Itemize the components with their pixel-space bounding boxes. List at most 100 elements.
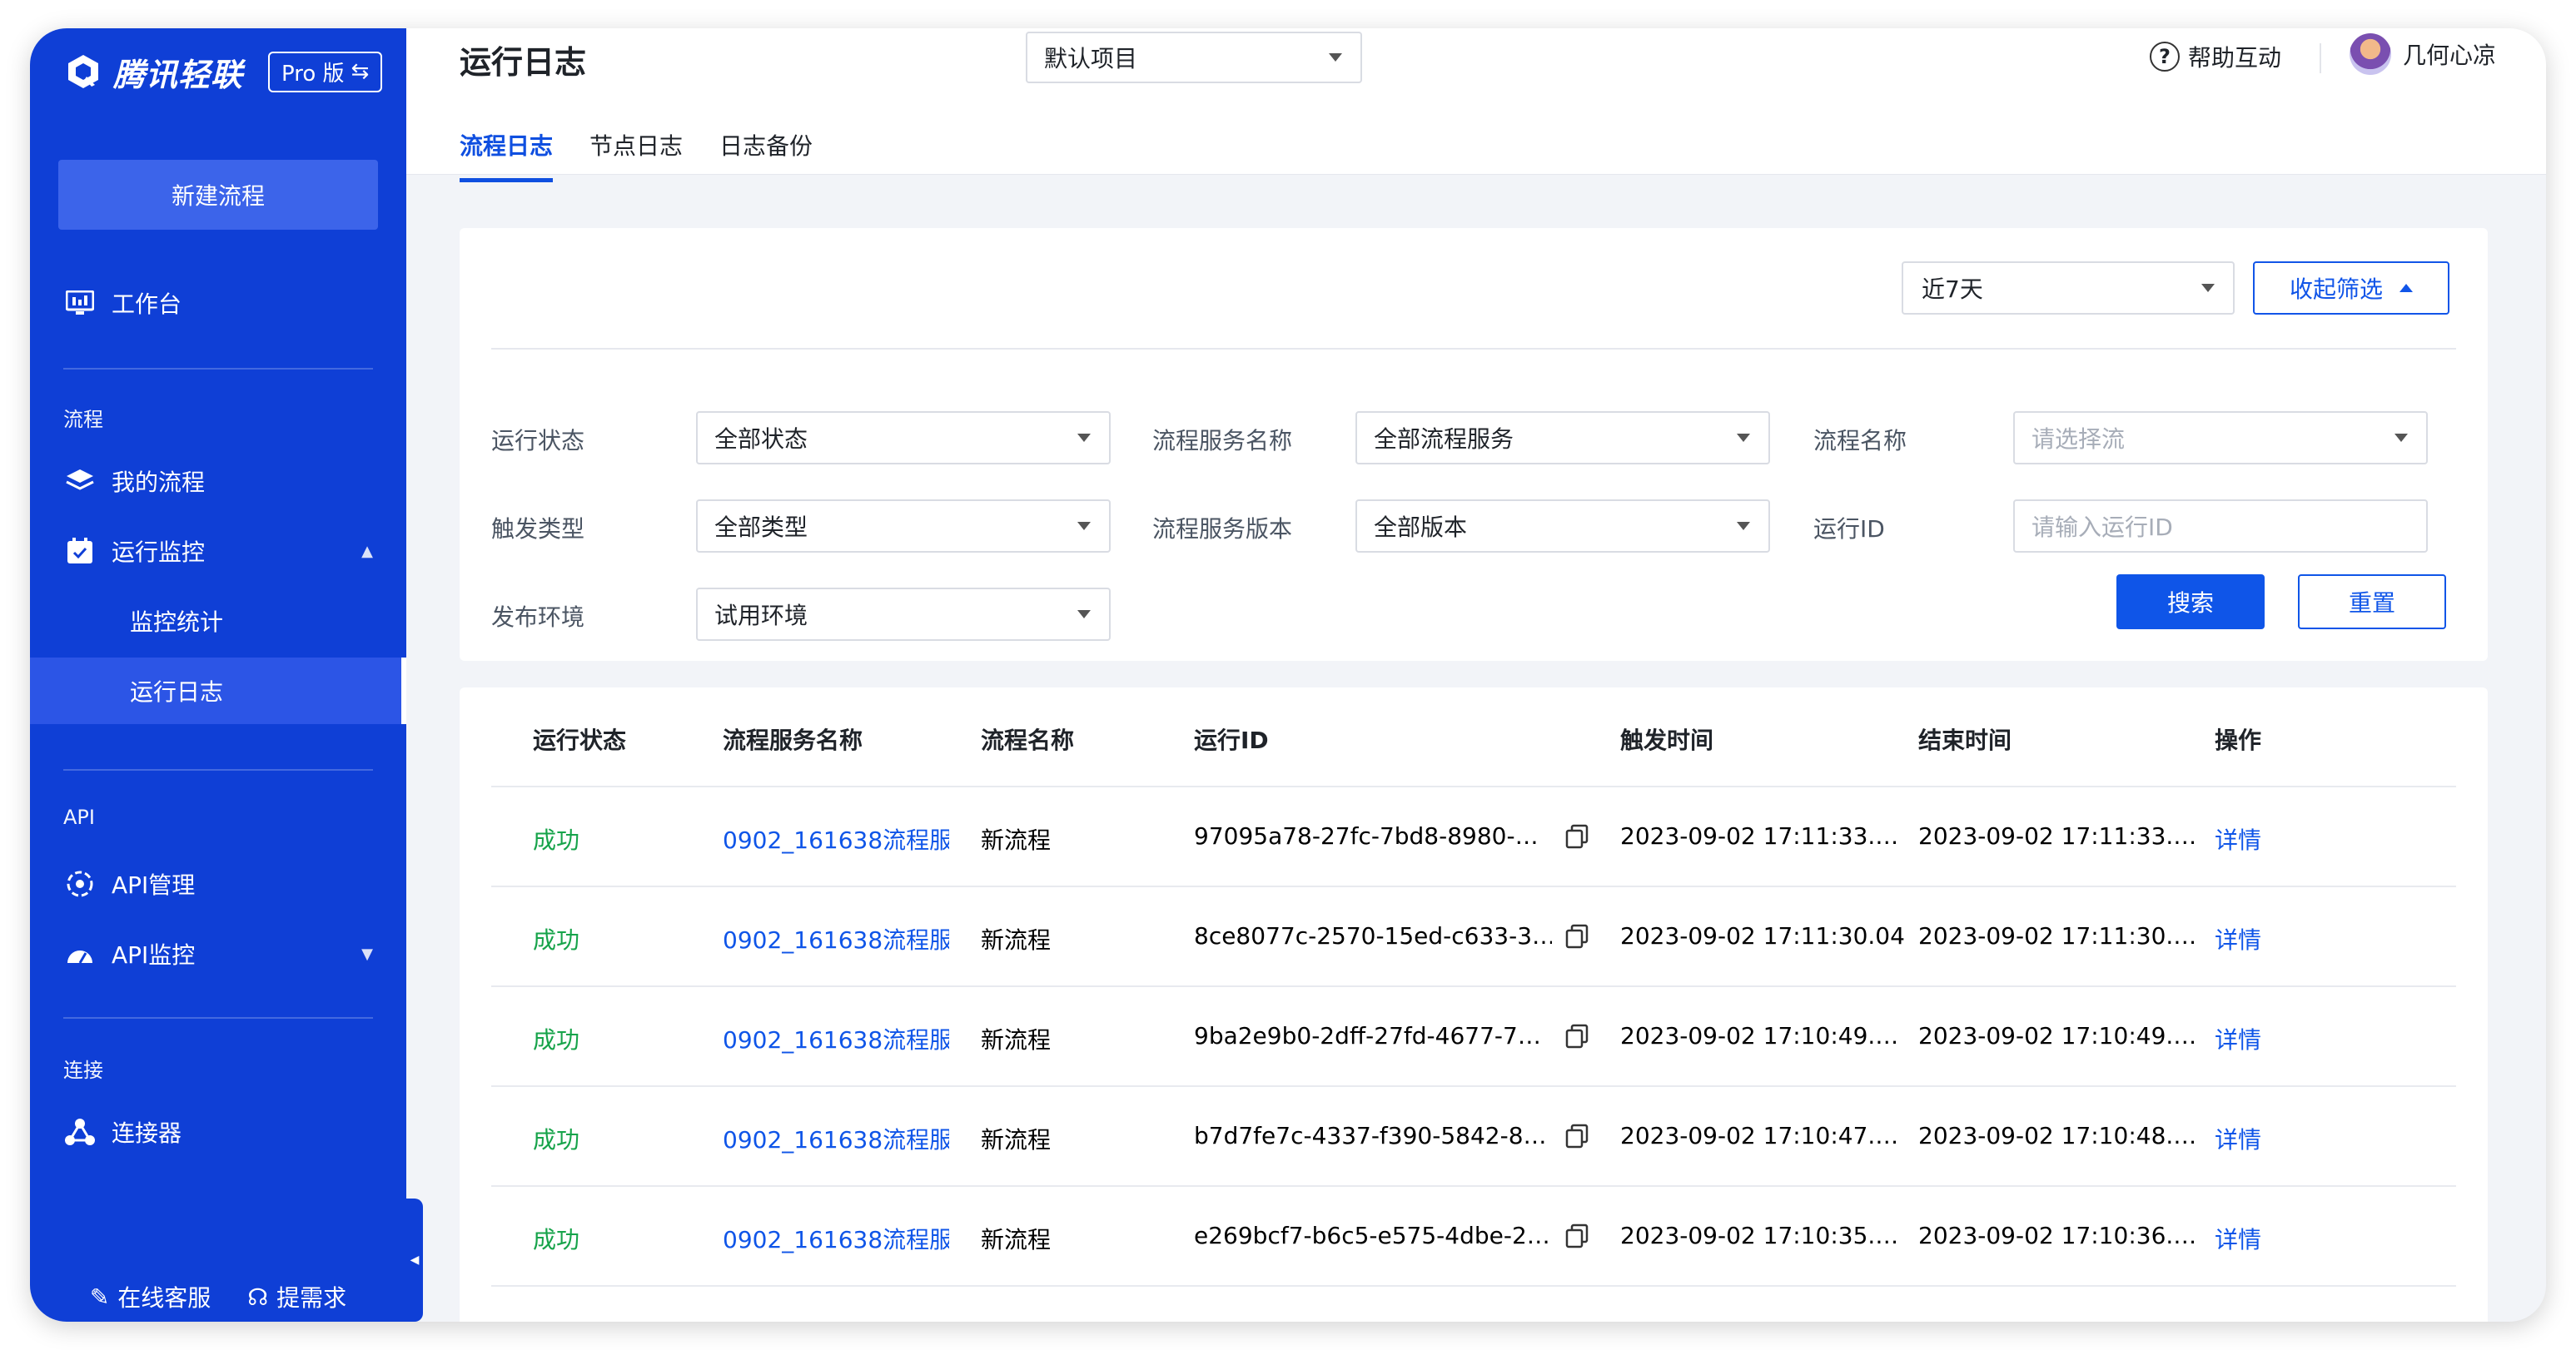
trigger-type-select[interactable]: 全部类型 <box>696 499 1111 553</box>
copy-icon[interactable] <box>1565 1124 1589 1149</box>
run-status-value: 全部状态 <box>714 425 808 453</box>
service-link[interactable]: 0902_161638流程服务 <box>723 822 949 856</box>
date-range-value: 近7天 <box>1922 275 1983 303</box>
tab-flow-logs[interactable]: 流程日志 <box>460 128 554 182</box>
caret-up-icon <box>2399 284 2413 292</box>
help-label: 帮助互动 <box>2187 44 2281 72</box>
status-badge: 成功 <box>533 1226 580 1253</box>
reset-button[interactable]: 重置 <box>2298 574 2446 629</box>
tab-node-logs[interactable]: 节点日志 <box>589 128 683 182</box>
env-select[interactable]: 试用环境 <box>696 588 1111 641</box>
chevron-down-icon: ▼ <box>361 945 373 963</box>
detail-link[interactable]: 详情 <box>2215 1122 2261 1155</box>
env-value: 试用环境 <box>714 602 808 629</box>
caret-down-icon <box>1077 610 1091 618</box>
label-service-name: 流程服务名称 <box>1152 427 1293 454</box>
flow-name-select[interactable]: 请选择流 <box>2013 411 2428 464</box>
row-divider <box>491 1285 2456 1287</box>
tab-log-backup[interactable]: 日志备份 <box>719 128 813 182</box>
calendar-check-icon <box>63 534 97 568</box>
flow-name-placeholder: 请选择流 <box>2031 425 2126 453</box>
run-id-placeholder: 请输入运行ID <box>2031 514 2173 541</box>
new-flow-button[interactable]: 新建流程 <box>58 160 378 230</box>
sidebar-item-label: 监控统计 <box>130 608 224 636</box>
column-header: 操作 <box>2215 727 2262 754</box>
end-time-cell: 2023-09-02 17:11:30.… <box>1918 922 2197 950</box>
service-link[interactable]: 0902_161638流程服务 <box>723 1122 949 1155</box>
service-version-select[interactable]: 全部版本 <box>1355 499 1770 553</box>
run-id-cell: e269bcf7-b6c5-e575-4dbe-2… <box>1194 1222 1550 1249</box>
copy-icon[interactable] <box>1565 1223 1589 1248</box>
sidebar-item-label: API管理 <box>112 871 196 899</box>
start-time-cell: 2023-09-02 17:11:33.… <box>1620 822 1899 850</box>
log-tabs: 流程日志 节点日志 日志备份 <box>460 128 813 182</box>
copy-icon[interactable] <box>1565 924 1589 949</box>
caret-down-icon <box>1077 522 1091 530</box>
brand-logo[interactable]: 腾讯轻联 Pro 版 ⇆ <box>63 42 383 102</box>
run-id-cell: 9ba2e9b0-2dff-27fd-4677-7… <box>1194 1022 1541 1050</box>
start-time-cell: 2023-09-02 17:11:30.04 <box>1620 922 1905 950</box>
project-select[interactable]: 默认项目 <box>1026 32 1362 83</box>
sidebar-item-label: 工作台 <box>112 290 182 318</box>
chevron-left-icon: ◀ <box>410 1253 420 1267</box>
sidebar-divider <box>63 368 373 370</box>
sidebar-item-api-manage[interactable]: API管理 <box>30 851 406 917</box>
collapse-filter-button[interactable]: 收起筛选 <box>2253 261 2449 315</box>
caret-down-icon <box>1737 522 1750 530</box>
run-status-select[interactable]: 全部状态 <box>696 411 1111 464</box>
log-table: 运行状态 流程服务名称 流程名称 运行ID 触发时间 结束时间 操作 成功 09… <box>460 687 2488 1322</box>
sidebar-item-connector[interactable]: 连接器 <box>30 1099 406 1165</box>
filter-panel: 近7天 收起筛选 运行状态 全部状态 流程服务名称 全部流程服务 流程名称 请选… <box>460 228 2488 661</box>
connector-icon <box>63 1115 97 1149</box>
online-service-link[interactable]: ✎ 在线客服 <box>90 1280 211 1313</box>
sidebar-item-run-monitor[interactable]: 运行监控 ▲ <box>30 518 406 584</box>
tencent-logo-icon <box>68 55 98 88</box>
run-id-input[interactable]: 请输入运行ID <box>2013 499 2428 553</box>
column-header: 流程服务名称 <box>723 727 863 754</box>
help-icon: ? <box>2149 42 2180 72</box>
sidebar-item-run-logs[interactable]: 运行日志 <box>30 658 406 724</box>
feedback-label: 提需求 <box>276 1284 347 1312</box>
avatar <box>2349 33 2391 75</box>
sidebar-collapse-handle[interactable]: ◀ <box>406 1199 423 1322</box>
status-badge: 成功 <box>533 926 580 954</box>
caret-down-icon <box>1737 434 1750 442</box>
sidebar-item-monitor-stats[interactable]: 监控统计 <box>30 588 406 654</box>
service-link[interactable]: 0902_161638流程服务 <box>723 922 949 955</box>
column-header: 结束时间 <box>1918 727 2012 754</box>
caret-down-icon <box>2201 284 2215 292</box>
copy-icon[interactable] <box>1565 824 1589 849</box>
detail-link[interactable]: 详情 <box>2215 1222 2261 1255</box>
copy-icon[interactable] <box>1565 1024 1589 1049</box>
detail-link[interactable]: 详情 <box>2215 1022 2261 1055</box>
start-time-cell: 2023-09-02 17:10:49.… <box>1620 1022 1899 1050</box>
user-menu[interactable]: 几何心凉 <box>2349 33 2496 75</box>
sidebar-item-workbench[interactable]: 工作台 <box>30 270 406 336</box>
date-range-select[interactable]: 近7天 <box>1902 261 2235 315</box>
row-divider <box>491 886 2456 887</box>
sidebar: 腾讯轻联 Pro 版 ⇆ 新建流程 工作台 流程 我的流程 运行监控 ▲ 监控统… <box>30 28 406 1322</box>
feedback-link[interactable]: ☊ 提需求 <box>247 1280 346 1313</box>
edit-icon: ✎ <box>89 1283 110 1311</box>
switch-icon: ⇆ <box>351 59 370 84</box>
service-link[interactable]: 0902_161638流程服务 <box>723 1222 949 1255</box>
page-title: 运行日志 <box>460 44 587 81</box>
detail-link[interactable]: 详情 <box>2215 922 2261 955</box>
flow-name-cell: 新流程 <box>981 1226 1052 1253</box>
edition-switch-button[interactable]: Pro 版 ⇆ <box>268 51 383 92</box>
row-divider <box>491 1185 2456 1187</box>
collapse-filter-label: 收起筛选 <box>2289 275 2383 303</box>
monitor-icon <box>63 286 97 320</box>
service-name-select[interactable]: 全部流程服务 <box>1355 411 1770 464</box>
detail-link[interactable]: 详情 <box>2215 822 2261 856</box>
search-button[interactable]: 搜索 <box>2116 574 2265 629</box>
column-header: 运行ID <box>1194 727 1269 754</box>
service-link[interactable]: 0902_161638流程服务 <box>723 1022 949 1055</box>
start-time-cell: 2023-09-02 17:10:35.… <box>1620 1222 1899 1249</box>
sidebar-item-my-flows[interactable]: 我的流程 <box>30 448 406 514</box>
help-link[interactable]: ? 帮助互动 <box>2149 40 2281 73</box>
flow-name-cell: 新流程 <box>981 1026 1052 1054</box>
chevron-up-icon: ▲ <box>361 542 373 560</box>
flow-name-cell: 新流程 <box>981 1126 1052 1154</box>
sidebar-item-api-monitor[interactable]: API监控 ▼ <box>30 921 406 987</box>
